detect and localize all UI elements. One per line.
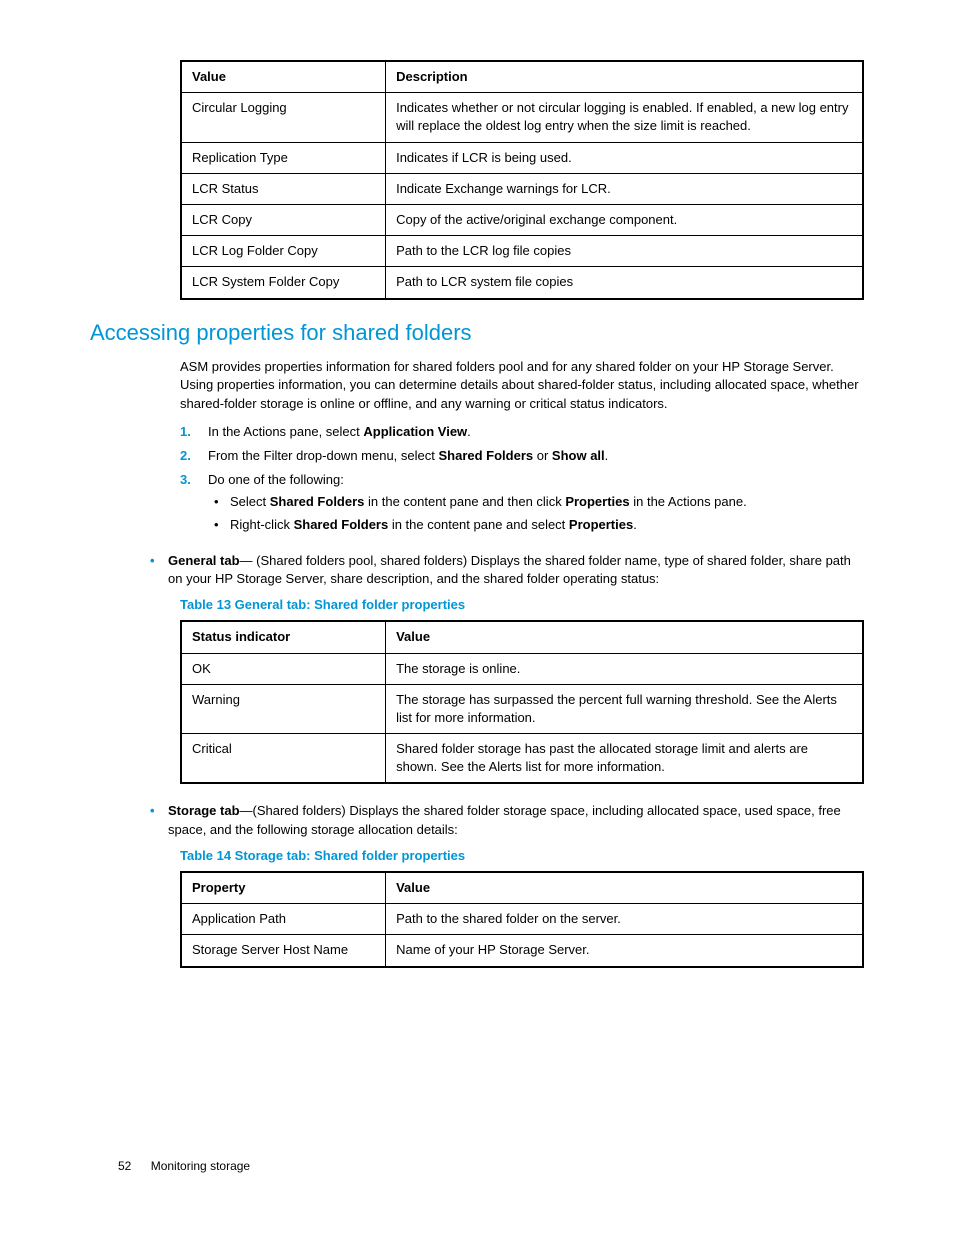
sub-bullets: Select Shared Folders in the content pan… bbox=[208, 493, 747, 533]
step-number: 3. bbox=[180, 471, 208, 542]
table13: Status indicator Value OKThe storage is … bbox=[180, 620, 864, 784]
th: Value bbox=[386, 621, 863, 653]
table-cell: Name of your HP Storage Server. bbox=[386, 935, 863, 967]
step-3: 3. Do one of the following: Select Share… bbox=[180, 471, 864, 542]
table-cell: Indicates whether or not circular loggin… bbox=[386, 93, 863, 142]
table-cell: Copy of the active/original exchange com… bbox=[386, 204, 863, 235]
storage-tab-text: Storage tab—(Shared folders) Displays th… bbox=[168, 802, 864, 838]
table-cell: LCR Status bbox=[181, 173, 386, 204]
table14-caption: Table 14 Storage tab: Shared folder prop… bbox=[180, 847, 864, 865]
table-cell: Replication Type bbox=[181, 142, 386, 173]
table-cell: Indicate Exchange warnings for LCR. bbox=[386, 173, 863, 204]
step-text: From the Filter drop-down menu, select S… bbox=[208, 447, 608, 465]
table-cell: The storage is online. bbox=[386, 653, 863, 684]
th: Property bbox=[181, 872, 386, 904]
page-number: 52 bbox=[118, 1159, 131, 1173]
value-description-table: Value Description Circular LoggingIndica… bbox=[180, 60, 864, 300]
bullet-icon: • bbox=[150, 802, 168, 838]
step-number: 2. bbox=[180, 447, 208, 465]
bullet-icon: • bbox=[150, 552, 168, 588]
general-tab-text: General tab— (Shared folders pool, share… bbox=[168, 552, 864, 588]
table-cell: LCR Log Folder Copy bbox=[181, 236, 386, 267]
general-tab-item: • General tab— (Shared folders pool, sha… bbox=[150, 552, 864, 588]
table-cell: Critical bbox=[181, 734, 386, 784]
step-number: 1. bbox=[180, 423, 208, 441]
table-cell: Path to the LCR log file copies bbox=[386, 236, 863, 267]
table-cell: Application Path bbox=[181, 904, 386, 935]
steps-list: 1. In the Actions pane, select Applicati… bbox=[180, 423, 864, 542]
table-cell: Warning bbox=[181, 684, 386, 733]
table-cell: Path to the shared folder on the server. bbox=[386, 904, 863, 935]
table-cell: LCR Copy bbox=[181, 204, 386, 235]
storage-tab-item: • Storage tab—(Shared folders) Displays … bbox=[150, 802, 864, 838]
table-cell: LCR System Folder Copy bbox=[181, 267, 386, 299]
table13-caption: Table 13 General tab: Shared folder prop… bbox=[180, 596, 864, 614]
page-footer: 52 Monitoring storage bbox=[118, 1158, 250, 1175]
table-cell: OK bbox=[181, 653, 386, 684]
sub-bullet: Select Shared Folders in the content pan… bbox=[230, 493, 747, 511]
table-cell: Indicates if LCR is being used. bbox=[386, 142, 863, 173]
th-description: Description bbox=[386, 61, 863, 93]
table-cell: Path to LCR system file copies bbox=[386, 267, 863, 299]
th-value: Value bbox=[181, 61, 386, 93]
step-text: In the Actions pane, select Application … bbox=[208, 423, 471, 441]
step-1: 1. In the Actions pane, select Applicati… bbox=[180, 423, 864, 441]
sub-bullet: Right-click Shared Folders in the conten… bbox=[230, 516, 747, 534]
th: Status indicator bbox=[181, 621, 386, 653]
table-cell: The storage has surpassed the percent fu… bbox=[386, 684, 863, 733]
table-cell: Storage Server Host Name bbox=[181, 935, 386, 967]
tab-list: • General tab— (Shared folders pool, sha… bbox=[150, 552, 864, 588]
intro-paragraph: ASM provides properties information for … bbox=[180, 358, 864, 413]
step-text: Do one of the following: Select Shared F… bbox=[208, 471, 747, 542]
table-cell: Shared folder storage has past the alloc… bbox=[386, 734, 863, 784]
table-cell: Circular Logging bbox=[181, 93, 386, 142]
table14: Property Value Application PathPath to t… bbox=[180, 871, 864, 968]
step-2: 2. From the Filter drop-down menu, selec… bbox=[180, 447, 864, 465]
section-heading: Accessing properties for shared folders bbox=[90, 318, 864, 349]
tab-list-2: • Storage tab—(Shared folders) Displays … bbox=[150, 802, 864, 838]
footer-title: Monitoring storage bbox=[151, 1159, 250, 1173]
th: Value bbox=[386, 872, 863, 904]
